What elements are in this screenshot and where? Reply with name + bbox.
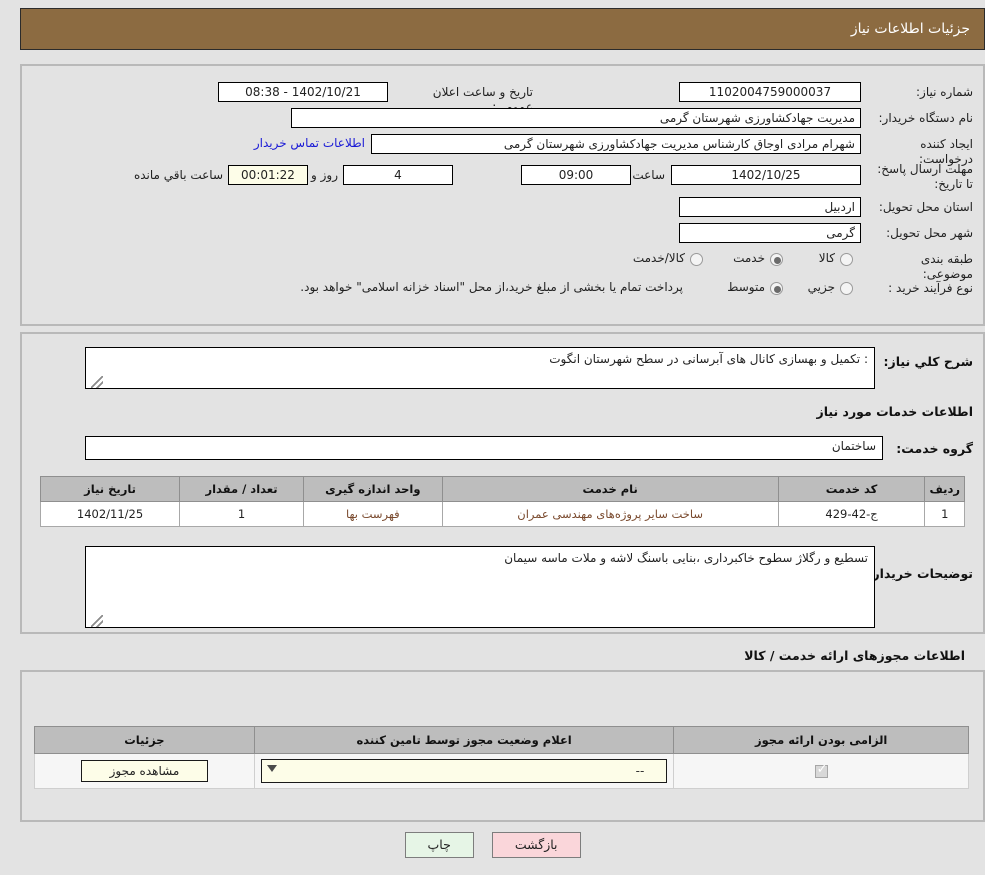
category-label: طبقه بندی موضوعی: — [920, 252, 973, 281]
view-license-button[interactable]: مشاهده مجوز — [80, 760, 209, 782]
radio-category-goods-service-label: کالا/خدمت — [632, 251, 685, 265]
services-section-title: اطلاعات خدمات مورد نیاز — [816, 404, 974, 419]
process-type-label: نوع فرآیند خرید : — [888, 281, 973, 295]
license-status-select[interactable]: -- — [260, 759, 668, 783]
table-row: -- مشاهده مجوز — [34, 753, 969, 789]
announce-date-value: 1402/10/21 - 08:38 — [218, 82, 388, 102]
chevron-down-icon — [266, 765, 278, 776]
description-label: شرح کلي نیاز: — [883, 354, 973, 369]
radio-category-goods-service[interactable] — [690, 253, 703, 266]
th-need-date: تاریخ نیاز — [39, 476, 181, 502]
buyer-notes-label: توضیحات خریدار: — [867, 566, 973, 581]
licenses-table-header-row: الزامی بودن ارائه مجوز اعلام وضعیت مجوز … — [34, 726, 969, 754]
tender-detail-page: AnaTender.net جزئیات اطلاعات نیاز شماره … — [0, 0, 985, 875]
services-table-header-row: ردیف کد خدمت نام خدمت واحد اندازه گیری ت… — [39, 476, 965, 502]
license-status-value: -- — [635, 764, 645, 778]
th-service-name: نام خدمت — [441, 476, 779, 502]
th-quantity: تعداد / مقدار — [179, 476, 304, 502]
page-title: جزئیات اطلاعات نیاز — [850, 21, 970, 37]
table-row: 1 ج-42-429 ساخت سایر پروژه‌های مهندسی عم… — [39, 501, 965, 527]
deadline-label: مهلت ارسال پاسخ: تا تاریخ: — [877, 162, 973, 191]
days-label: روز و — [311, 168, 338, 182]
remaining-days-value: 4 — [343, 165, 453, 185]
need-number-label: شماره نیاز: — [916, 85, 973, 99]
licenses-table: الزامی بودن ارائه مجوز اعلام وضعیت مجوز … — [34, 726, 969, 789]
buyer-notes-textarea[interactable]: تسطیع و رگلاژ سطوح خاکبرداری ،بنایی باسن… — [85, 546, 875, 628]
cell-service-code: ج-42-429 — [777, 501, 926, 527]
cell-need-date: 1402/11/25 — [39, 501, 181, 527]
deadline-date-value: 1402/10/25 — [671, 165, 861, 185]
license-required-checkbox[interactable] — [814, 762, 828, 778]
countdown-value: 00:01:22 — [228, 165, 308, 185]
city-value: گرمی — [679, 223, 861, 243]
buyer-contact-link[interactable]: اطلاعات تماس خریدار — [254, 136, 365, 150]
services-table: ردیف کد خدمت نام خدمت واحد اندازه گیری ت… — [39, 476, 965, 527]
footer-actions: بازگشت چاپ — [0, 832, 985, 858]
radio-category-goods-label: کالا — [818, 251, 835, 265]
page-header-bar: جزئیات اطلاعات نیاز — [20, 8, 985, 50]
print-button[interactable]: چاپ — [404, 832, 474, 858]
requester-value: شهرام مرادی اوجاق کارشناس مدیریت جهادکشا… — [371, 134, 861, 154]
cell-license-details: مشاهده مجوز — [34, 753, 255, 789]
province-label: استان محل تحویل: — [878, 200, 973, 214]
cell-license-required — [673, 753, 969, 789]
radio-category-goods[interactable] — [840, 253, 853, 266]
radio-category-service[interactable] — [770, 253, 783, 266]
buyer-notes-resize-grip[interactable] — [91, 615, 103, 627]
th-license-details: جزئیات — [34, 726, 255, 754]
licenses-panel: الزامی بودن ارائه مجوز اعلام وضعیت مجوز … — [20, 670, 985, 822]
buyer-org-value: مدیریت جهادکشاورزی شهرستان گرمی — [291, 108, 861, 128]
city-label: شهر محل تحویل: — [886, 226, 973, 240]
cell-quantity: 1 — [179, 501, 304, 527]
back-button[interactable]: بازگشت — [491, 832, 581, 858]
radio-process-medium-label: متوسط — [727, 280, 765, 294]
th-service-code: کد خدمت — [777, 476, 926, 502]
treasury-note: پرداخت تمام یا بخشی از مبلغ خرید،از محل … — [300, 280, 683, 294]
radio-category-service-label: خدمت — [733, 251, 765, 265]
deadline-time-value: 09:00 — [521, 165, 631, 185]
need-info-panel: شماره نیاز: 1102004759000037 تاریخ و ساع… — [20, 64, 985, 326]
description-resize-grip[interactable] — [91, 376, 103, 388]
radio-process-minor[interactable] — [840, 282, 853, 295]
cell-license-status: -- — [253, 753, 675, 789]
service-group-value[interactable]: ساختمان — [85, 436, 883, 460]
radio-process-minor-label: جزیي — [807, 280, 835, 294]
countdown-label: ساعت باقي مانده — [133, 168, 223, 182]
buyer-org-label: نام دستگاه خریدار: — [878, 111, 974, 125]
need-details-panel: شرح کلي نیاز: : تکمیل و بهسازی کانال های… — [20, 332, 985, 634]
cell-service-name: ساخت سایر پروژه‌های مهندسی عمران — [441, 501, 779, 527]
hour-label: ساعت — [632, 168, 665, 182]
th-unit: واحد اندازه گیری — [302, 476, 443, 502]
cell-unit: فهرست بها — [302, 501, 443, 527]
licenses-section-title: اطلاعات مجوزهای ارائه خدمت / کالا — [744, 648, 965, 663]
need-number-value: 1102004759000037 — [679, 82, 861, 102]
th-license-status: اعلام وضعیت مجوز توسط تامین کننده — [253, 726, 675, 754]
th-row-number: ردیف — [924, 476, 965, 502]
cell-row-number: 1 — [924, 501, 965, 527]
th-license-required: الزامی بودن ارائه مجوز — [673, 726, 969, 754]
description-textarea[interactable]: : تکمیل و بهسازی کانال های آبرسانی در سط… — [85, 347, 875, 389]
province-value: اردبیل — [679, 197, 861, 217]
service-group-label: گروه خدمت: — [896, 441, 973, 456]
radio-process-medium[interactable] — [770, 282, 783, 295]
